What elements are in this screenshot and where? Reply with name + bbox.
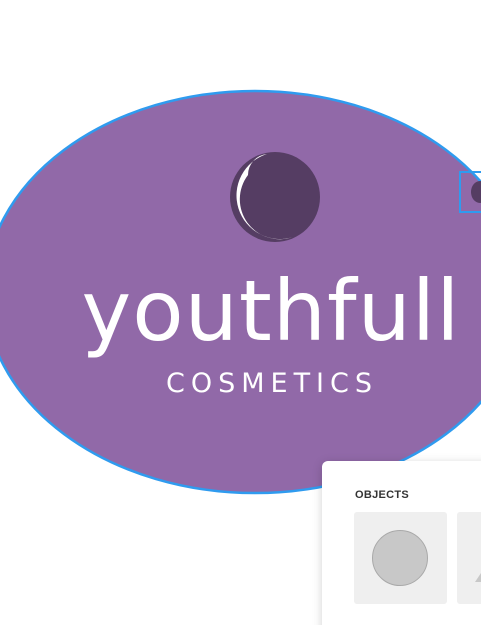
objects-panel-title: OBJECTS <box>355 489 410 501</box>
design-canvas[interactable]: youthfull COSMETICS OBJECTS <box>0 0 481 625</box>
circle-object-tile[interactable] <box>354 512 447 604</box>
logo-mark-icon[interactable] <box>230 152 320 242</box>
circle-shape-icon <box>372 530 428 586</box>
triangle-object-tile[interactable] <box>457 512 481 604</box>
objects-panel: OBJECTS <box>322 461 481 625</box>
brand-tagline-text[interactable]: COSMETICS <box>166 368 378 399</box>
triangle-shape-icon <box>475 552 481 582</box>
brand-name-text[interactable]: youthfull <box>81 262 460 360</box>
